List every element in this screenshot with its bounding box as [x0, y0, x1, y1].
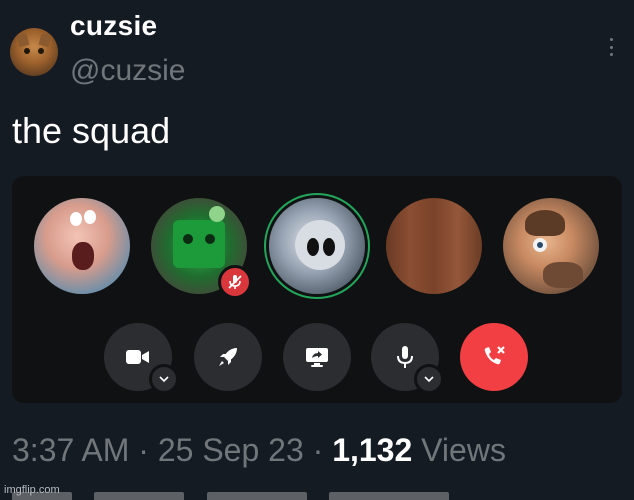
author-avatar[interactable] [10, 28, 58, 76]
cat-eye-left [24, 48, 30, 54]
eye-right [323, 238, 335, 256]
chevron-down-icon [424, 376, 434, 383]
camera-options-button[interactable] [149, 364, 179, 394]
tweet-meta: 3:37 AM · 25 Sep 23 · 1,132 Views [12, 432, 506, 469]
eye-left [183, 234, 193, 244]
engagement-row-cropped [12, 488, 632, 500]
beard [543, 262, 583, 288]
pale-head [295, 220, 345, 270]
cat-ear-left [16, 32, 30, 48]
cropped-text [329, 492, 450, 500]
participant-avatar-1[interactable] [34, 198, 130, 294]
eye-right [205, 234, 215, 244]
eye-left [70, 212, 82, 226]
more-dot [609, 38, 613, 41]
author-handle[interactable]: @cuzsie [70, 54, 186, 88]
cat-ear-right [38, 32, 52, 48]
hair [525, 210, 565, 236]
views-count: 1,132 [332, 432, 413, 468]
tweet-date[interactable]: 25 Sep 23 [158, 432, 304, 468]
activities-button[interactable] [194, 323, 262, 391]
disconnect-button[interactable] [460, 323, 528, 391]
more-dot [609, 53, 613, 56]
participant-avatar-3[interactable] [269, 198, 365, 294]
meta-separator: · [312, 432, 324, 468]
watermark: imgflip.com [4, 484, 60, 496]
green-screen [173, 220, 225, 268]
voice-call-panel [12, 176, 622, 403]
views-label: Views [421, 432, 506, 468]
chevron-down-icon [159, 376, 169, 383]
more-dot [609, 45, 613, 49]
microphone-options-button[interactable] [414, 364, 444, 394]
cat-eye-right [38, 48, 44, 54]
microphone-icon [397, 346, 413, 368]
pupil [537, 242, 543, 248]
more-vertical-icon[interactable] [607, 38, 615, 56]
open-mouth [72, 242, 94, 270]
cropped-text [206, 492, 307, 500]
screen-share-icon [306, 348, 328, 367]
hang-up-icon [484, 346, 505, 365]
muted-indicator [218, 265, 252, 299]
eye-left [307, 238, 319, 256]
participant-avatar-4[interactable] [386, 198, 482, 294]
tweet-time[interactable]: 3:37 AM [12, 432, 129, 468]
eye-right [84, 210, 96, 224]
screen-share-button[interactable] [283, 323, 351, 391]
author-display-name[interactable]: cuzsie [70, 10, 157, 42]
video-camera-icon [126, 350, 149, 364]
flower [209, 206, 225, 222]
microphone-muted-icon [228, 275, 242, 289]
cropped-text [94, 492, 185, 500]
tweet-text: the squad [12, 110, 171, 151]
meta-separator: · [138, 432, 149, 468]
participant-avatar-5[interactable] [503, 198, 599, 294]
rocket-icon [219, 348, 237, 366]
